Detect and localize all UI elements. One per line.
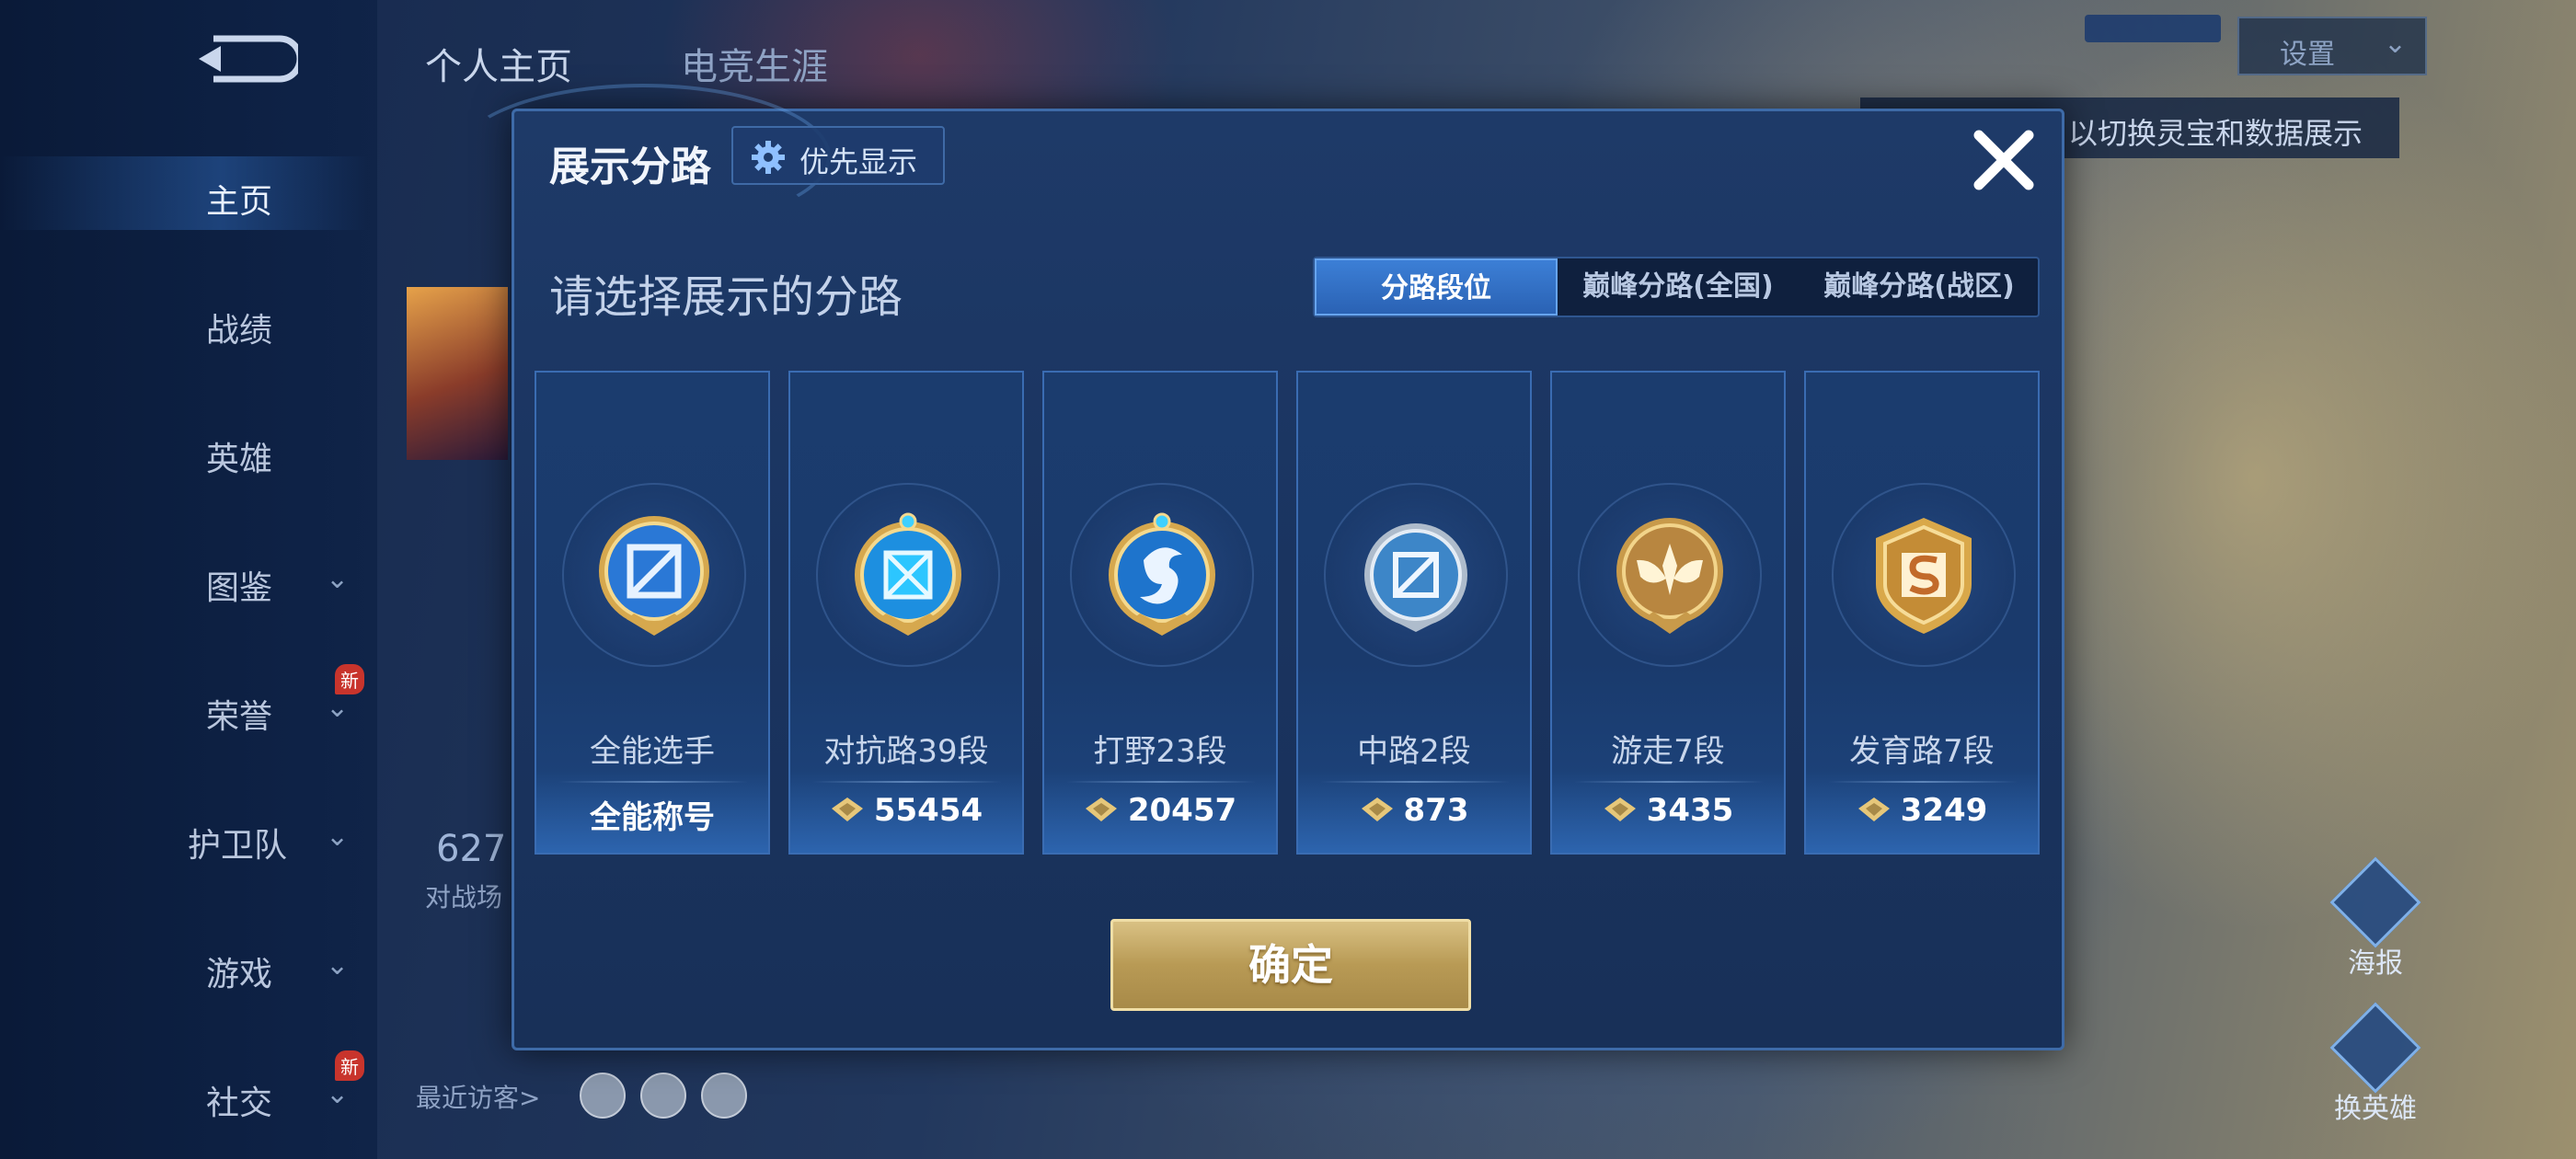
lane-tabs: 分路段位 巅峰分路(全国) 巅峰分路(战区)	[1313, 257, 2040, 317]
sidebar-item-honor[interactable]: 荣誉 ⌄ 新	[0, 664, 368, 745]
lane-points: 20457	[1044, 792, 1276, 829]
lane-display-dialog: 展示分路 优先显示 请选择展示的分路 分路段位 巅峰分路(全国) 巅峰分路(战区…	[455, 84, 2064, 1050]
lane-points: 3435	[1552, 792, 1784, 829]
lane-name: 中路2段	[1357, 733, 1471, 770]
switch-hero-label: 换英雄	[2334, 1093, 2417, 1125]
avatar[interactable]	[701, 1073, 747, 1119]
lane-card-roam[interactable]: 游走7段 3435	[1550, 371, 1786, 855]
all-round-emblem-icon	[599, 516, 709, 636]
farm-lane-emblem-icon	[1876, 518, 1972, 634]
priority-display-button[interactable]: 优先显示	[731, 126, 945, 185]
close-icon[interactable]	[1966, 122, 2041, 198]
settings-dropdown[interactable]: 设置 ⌄	[2237, 17, 2427, 75]
chevron-down-icon: ⌄	[326, 563, 350, 595]
lane-value: 全能称号	[590, 799, 715, 836]
switch-hero-button[interactable]: 换英雄	[2320, 1002, 2431, 1126]
points-icon	[1085, 798, 1117, 821]
sidebar-item-home[interactable]: 主页	[0, 156, 368, 230]
clash-lane-emblem-icon	[855, 512, 961, 636]
sidebar-item-label: 游戏	[206, 956, 273, 993]
jungle-emblem-icon	[1109, 512, 1215, 636]
tab-profile[interactable]: 个人主页	[425, 37, 572, 90]
points-icon	[831, 798, 863, 821]
match-count: 627	[436, 828, 507, 870]
sidebar-item-label: 主页	[206, 183, 273, 221]
tab-peak-region[interactable]: 巅峰分路(战区)	[1799, 258, 2040, 316]
dialog-subtitle: 请选择展示的分路	[549, 271, 903, 323]
chevron-down-icon: ⌄	[326, 1078, 350, 1110]
new-badge: 新	[335, 1050, 364, 1081]
points-icon	[1857, 798, 1890, 821]
tab-esports-career[interactable]: 电竞生涯	[681, 37, 828, 90]
gear-icon	[752, 141, 785, 174]
screen: 主页 战绩 英雄 图鉴 ⌄ 荣誉 ⌄ 新 护卫队 ⌄ 游戏 ⌄ 社交 ⌄ 新 个…	[0, 0, 2576, 1159]
chevron-down-icon: ⌄	[326, 820, 350, 853]
sidebar-item-records[interactable]: 战绩	[0, 285, 368, 359]
sidebar-item-guard[interactable]: 护卫队 ⌄	[0, 800, 368, 874]
lane-name: 全能选手	[590, 733, 715, 770]
hero-portrait[interactable]	[407, 287, 508, 460]
status-badge	[2085, 15, 2221, 42]
sidebar-item-gallery[interactable]: 图鉴 ⌄	[0, 543, 368, 616]
new-badge: 新	[335, 664, 364, 694]
chevron-down-icon: ⌄	[2383, 28, 2407, 60]
sidebar-item-label: 英雄	[206, 441, 273, 478]
lane-name: 打野23段	[1093, 733, 1227, 770]
sidebar-item-label: 社交	[206, 1084, 273, 1122]
sidebar: 主页 战绩 英雄 图鉴 ⌄ 荣誉 ⌄ 新 护卫队 ⌄ 游戏 ⌄ 社交 ⌄ 新	[0, 0, 377, 1159]
sidebar-item-label: 战绩	[206, 312, 273, 350]
lane-name: 发育路7段	[1849, 733, 1995, 770]
chevron-down-icon: ⌄	[326, 692, 350, 724]
confirm-button[interactable]: 确定	[1110, 919, 1471, 1011]
sidebar-item-label: 荣誉	[206, 698, 273, 736]
priority-display-label: 优先显示	[799, 144, 918, 179]
poster-icon	[2329, 856, 2421, 948]
lane-card-farm-lane[interactable]: 发育路7段 3249	[1804, 371, 2040, 855]
lane-card-jungle[interactable]: 打野23段 20457	[1042, 371, 1278, 855]
lane-name: 对抗路39段	[823, 733, 989, 770]
lane-card-clash-lane[interactable]: 对抗路39段 55454	[788, 371, 1024, 855]
tab-peak-national[interactable]: 巅峰分路(全国)	[1558, 258, 1799, 316]
avatar[interactable]	[580, 1073, 626, 1119]
settings-label: 设置	[2280, 39, 2335, 71]
chevron-down-icon: ⌄	[326, 949, 350, 981]
match-count-label: 对战场	[425, 882, 503, 912]
back-icon[interactable]	[195, 33, 298, 85]
sidebar-item-games[interactable]: 游戏 ⌄	[0, 929, 368, 1003]
roam-emblem-icon	[1616, 518, 1723, 634]
points-icon	[1361, 798, 1393, 821]
lane-points: 55454	[790, 792, 1022, 829]
switch-hero-icon	[2329, 1002, 2421, 1094]
avatar[interactable]	[640, 1073, 686, 1119]
dialog-title: 展示分路	[549, 143, 711, 190]
tab-lane-rank[interactable]: 分路段位	[1315, 258, 1558, 316]
sidebar-item-label: 护卫队	[188, 827, 288, 865]
lane-card-all-round[interactable]: 全能选手 全能称号	[535, 371, 770, 855]
sidebar-item-label: 图鉴	[206, 569, 273, 607]
sidebar-item-social[interactable]: 社交 ⌄ 新	[0, 1050, 368, 1131]
poster-label: 海报	[2348, 947, 2403, 980]
poster-button[interactable]: 海报	[2320, 856, 2431, 981]
lane-points: 873	[1298, 792, 1530, 829]
points-icon	[1604, 798, 1636, 821]
lane-card-mid-lane[interactable]: 中路2段 873	[1296, 371, 1532, 855]
recent-visitors-link[interactable]: 最近访客>	[416, 1078, 540, 1115]
sidebar-item-heroes[interactable]: 英雄	[0, 414, 368, 488]
lane-points: 3249	[1806, 792, 2038, 829]
mid-lane-emblem-icon	[1364, 523, 1467, 632]
lane-name: 游走7段	[1611, 733, 1725, 770]
